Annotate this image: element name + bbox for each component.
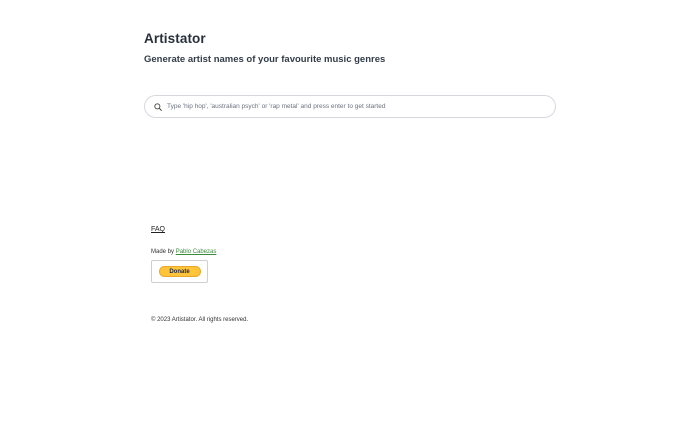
made-by-prefix: Made by xyxy=(151,249,175,255)
copyright-text: © 2023 Artistator. All rights reserved. xyxy=(151,317,249,323)
app-subtitle: Generate artist names of your favourite … xyxy=(144,54,386,65)
donate-button[interactable]: Donate xyxy=(158,266,201,277)
search-input[interactable] xyxy=(167,99,547,114)
donate-container: Donate xyxy=(151,260,208,283)
faq-link[interactable]: FAQ xyxy=(151,226,165,233)
app-title: Artistator xyxy=(144,31,206,46)
author-link[interactable]: Pablo Cabezas xyxy=(176,249,217,255)
page: Artistator Generate artist names of your… xyxy=(0,0,700,438)
search-icon xyxy=(153,102,162,111)
search-box[interactable] xyxy=(144,95,556,118)
made-by-text: Made by Pablo Cabezas xyxy=(151,249,216,255)
